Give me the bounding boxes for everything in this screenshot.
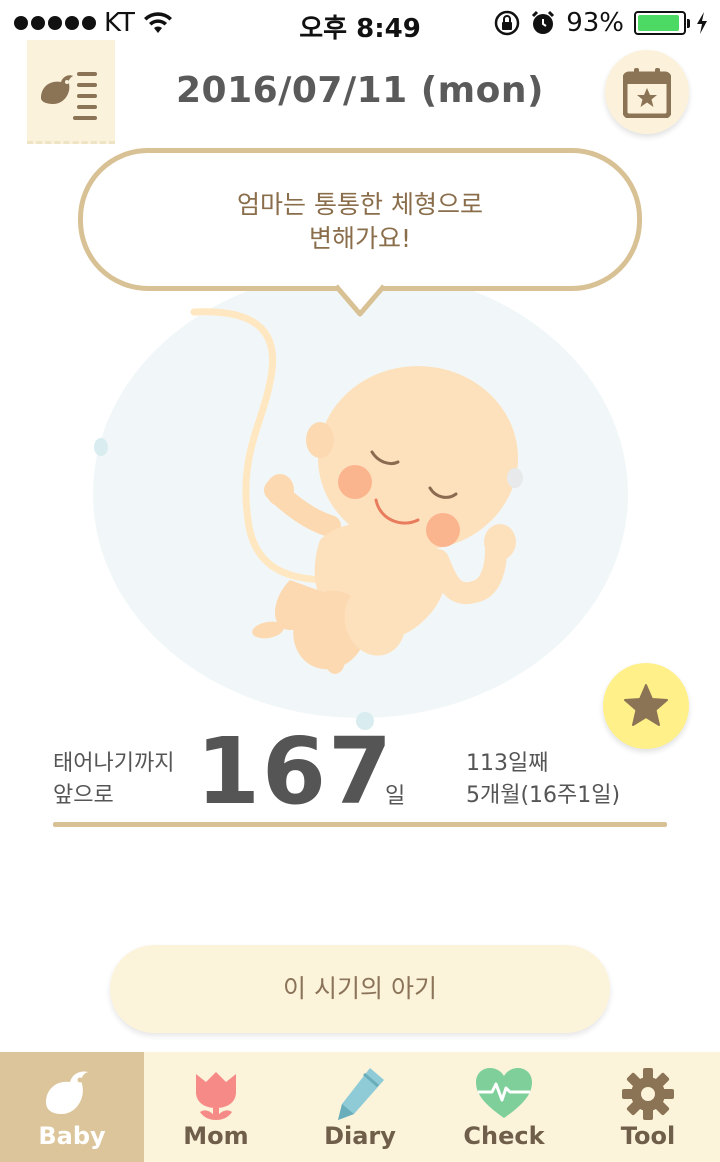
fetus-illustration xyxy=(190,308,523,674)
tulip-icon xyxy=(196,1072,236,1120)
tab-label: Tool xyxy=(620,1122,676,1150)
divider xyxy=(53,822,667,827)
battery-percent: 93% xyxy=(566,8,624,38)
alarm-icon xyxy=(532,10,555,34)
heart-pulse-icon xyxy=(476,1068,532,1118)
favorite-button[interactable] xyxy=(603,663,689,749)
charging-icon xyxy=(697,12,707,34)
rotation-lock-icon xyxy=(494,10,520,36)
speech-bubble-line: 변해가요! xyxy=(308,224,412,253)
tab-check[interactable]: Check xyxy=(432,1052,576,1162)
days-unit: 일 xyxy=(385,784,406,809)
calendar-button[interactable] xyxy=(605,50,689,134)
tab-label: Diary xyxy=(324,1122,396,1150)
baby-this-period-button[interactable]: 이 시기의 아기 xyxy=(110,945,610,1033)
countdown-label-line: 태어나기까지 xyxy=(53,751,175,776)
date-title: 2016/07/11 (mon) xyxy=(176,70,544,111)
menu-button[interactable] xyxy=(27,40,115,144)
tab-label: Mom xyxy=(183,1122,249,1150)
countdown-label-line: 앞으로 xyxy=(53,783,114,808)
tab-label: Check xyxy=(463,1122,545,1150)
battery-icon xyxy=(634,11,690,35)
days-left-number: 167 xyxy=(196,718,395,825)
tab-label: Baby xyxy=(38,1122,106,1150)
tab-diary[interactable]: Diary xyxy=(288,1052,432,1162)
speech-bubble-tail xyxy=(336,284,384,317)
countdown-label: 태어나기까지 앞으로 xyxy=(53,748,174,812)
tab-baby[interactable]: Baby xyxy=(0,1052,144,1162)
gear-icon xyxy=(622,1068,674,1120)
speech-bubble: 엄마는 통통한 체형으로 변해가요! xyxy=(78,148,642,318)
tab-mom[interactable]: Mom xyxy=(144,1052,288,1162)
bird-list-icon xyxy=(41,72,97,120)
decorative-bubble xyxy=(94,438,108,456)
speech-bubble-text: 엄마는 통통한 체형으로 변해가요! xyxy=(78,188,642,256)
status-right: 93% xyxy=(494,8,708,38)
bird-icon xyxy=(46,1071,88,1114)
month-week-count: 5개월(16주1일) xyxy=(466,783,621,808)
tab-tool[interactable]: Tool xyxy=(576,1052,720,1162)
star-icon xyxy=(624,684,668,726)
speech-bubble-line: 엄마는 통통한 체형으로 xyxy=(237,190,483,219)
day-count: 113일째 xyxy=(466,751,549,776)
pregnancy-progress-info: 113일째 5개월(16주1일) xyxy=(466,748,620,812)
tab-bar: Baby Mom Diary Check Tool xyxy=(0,1052,720,1162)
pencil-icon xyxy=(338,1068,384,1120)
calendar-star-icon xyxy=(623,68,671,118)
